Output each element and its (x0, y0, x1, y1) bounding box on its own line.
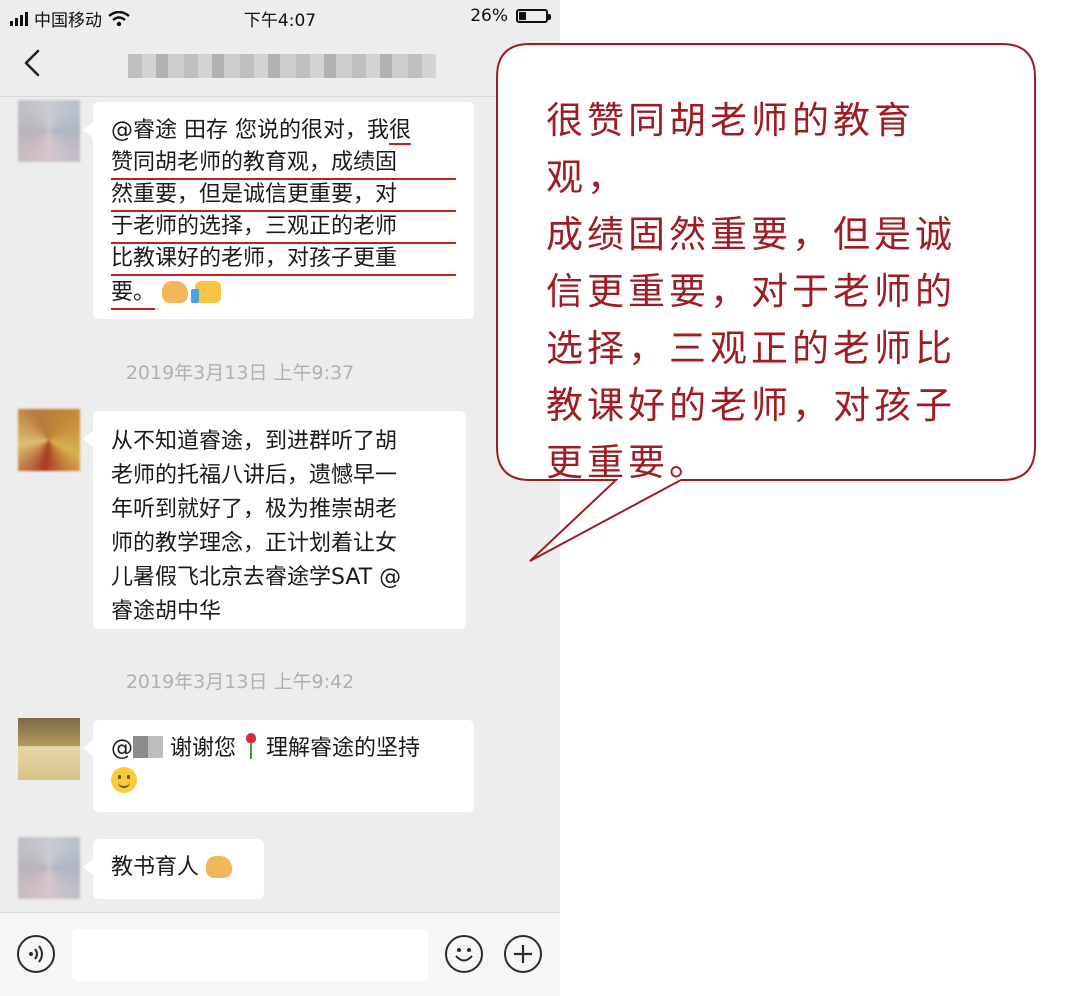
voice-icon (29, 945, 43, 963)
callout-line: 成绩固然重要，但是诚 (546, 213, 956, 256)
battery-percent: 26% (470, 6, 508, 26)
input-bar (0, 912, 560, 996)
message-text: @睿途 田存 您说的很对，我 (111, 118, 389, 143)
message-input[interactable] (72, 929, 428, 981)
avatar[interactable] (18, 718, 80, 780)
status-bar: 中国移动 下午4:07 26% (0, 0, 560, 34)
message-bubble: @ 谢谢您 理解睿途的坚持 (83, 720, 474, 812)
underlined-text: 很 (389, 118, 412, 145)
callout-line: 选择，三观正的老师比 (546, 327, 956, 370)
plus-icon (514, 945, 532, 963)
callout-line: 信更重要，对于老师的 (546, 270, 956, 313)
underlined-text: 要。 (111, 278, 156, 310)
callout-line: 教课好的老师，对孩子 (546, 384, 956, 427)
avatar[interactable] (18, 409, 80, 471)
message-line: 从不知道睿途，到进群听了胡 (111, 429, 398, 454)
mention-at: @ (111, 736, 133, 761)
callout-text: 很赞同胡老师的教育观， 成绩固然重要，但是诚 信更重要，对于老师的 选择，三观正… (546, 92, 996, 491)
chat-header (0, 34, 560, 97)
timestamp: 2019年3月13日 上午9:42 (125, 671, 355, 693)
timestamp: 2019年3月13日 上午9:37 (125, 362, 355, 384)
message-line: 老师的托福八讲后，遗憾早一 (111, 463, 398, 488)
emoji-button[interactable] (445, 935, 483, 973)
battery-fill (519, 12, 526, 20)
message-line: 年听到就好了，极为推崇胡老 (111, 497, 398, 522)
rose-icon (243, 733, 259, 759)
message-text: 教书育人 (111, 855, 200, 880)
message-bubble: 从不知道睿途，到进群听了胡 老师的托福八讲后，遗憾早一 年听到就好了，极为推崇胡… (83, 411, 466, 629)
battery-status: 26% (470, 6, 551, 26)
emoji-icon (455, 948, 473, 962)
underlined-text: 于老师的选择，三观正的老师 (111, 212, 456, 244)
message-line: 睿途胡中华 (111, 599, 222, 624)
message-line: 师的教学理念，正计划着让女 (111, 531, 398, 556)
underlined-text: 赞同胡老师的教育观，成绩固 (111, 148, 456, 180)
avatar[interactable] (18, 100, 80, 162)
battery-icon (516, 9, 551, 23)
mention-name-redacted (133, 736, 163, 758)
smile-icon (111, 767, 137, 793)
message-text: 谢谢您 (163, 736, 236, 761)
handshake-icon (206, 856, 233, 878)
back-icon[interactable] (18, 48, 48, 78)
message-bubble: 教书育人 (83, 839, 264, 899)
chat-title-redacted (128, 54, 436, 78)
handshake-icon (162, 281, 189, 303)
thumbs-up-icon (191, 281, 222, 303)
voice-button[interactable] (17, 935, 55, 973)
add-button[interactable] (504, 935, 542, 973)
message-bubble: @睿途 田存 您说的很对，我很 赞同胡老师的教育观，成绩固 然重要，但是诚信更重… (83, 102, 474, 319)
underlined-text: 比教课好的老师，对孩子更重 (111, 244, 456, 276)
underlined-text: 然重要，但是诚信更重要，对 (111, 180, 456, 212)
message-text: 理解睿途的坚持 (266, 736, 421, 761)
message-line: 儿暑假飞北京去睿途学SAT @ (111, 565, 402, 590)
avatar[interactable] (18, 837, 80, 899)
callout-line: 更重要。 (546, 441, 710, 484)
chat-screen: 中国移动 下午4:07 26% @睿途 田存 您说的很对，我很 赞同胡老师的教育… (0, 0, 560, 996)
callout-line: 很赞同胡老师的教育观， (546, 99, 915, 199)
